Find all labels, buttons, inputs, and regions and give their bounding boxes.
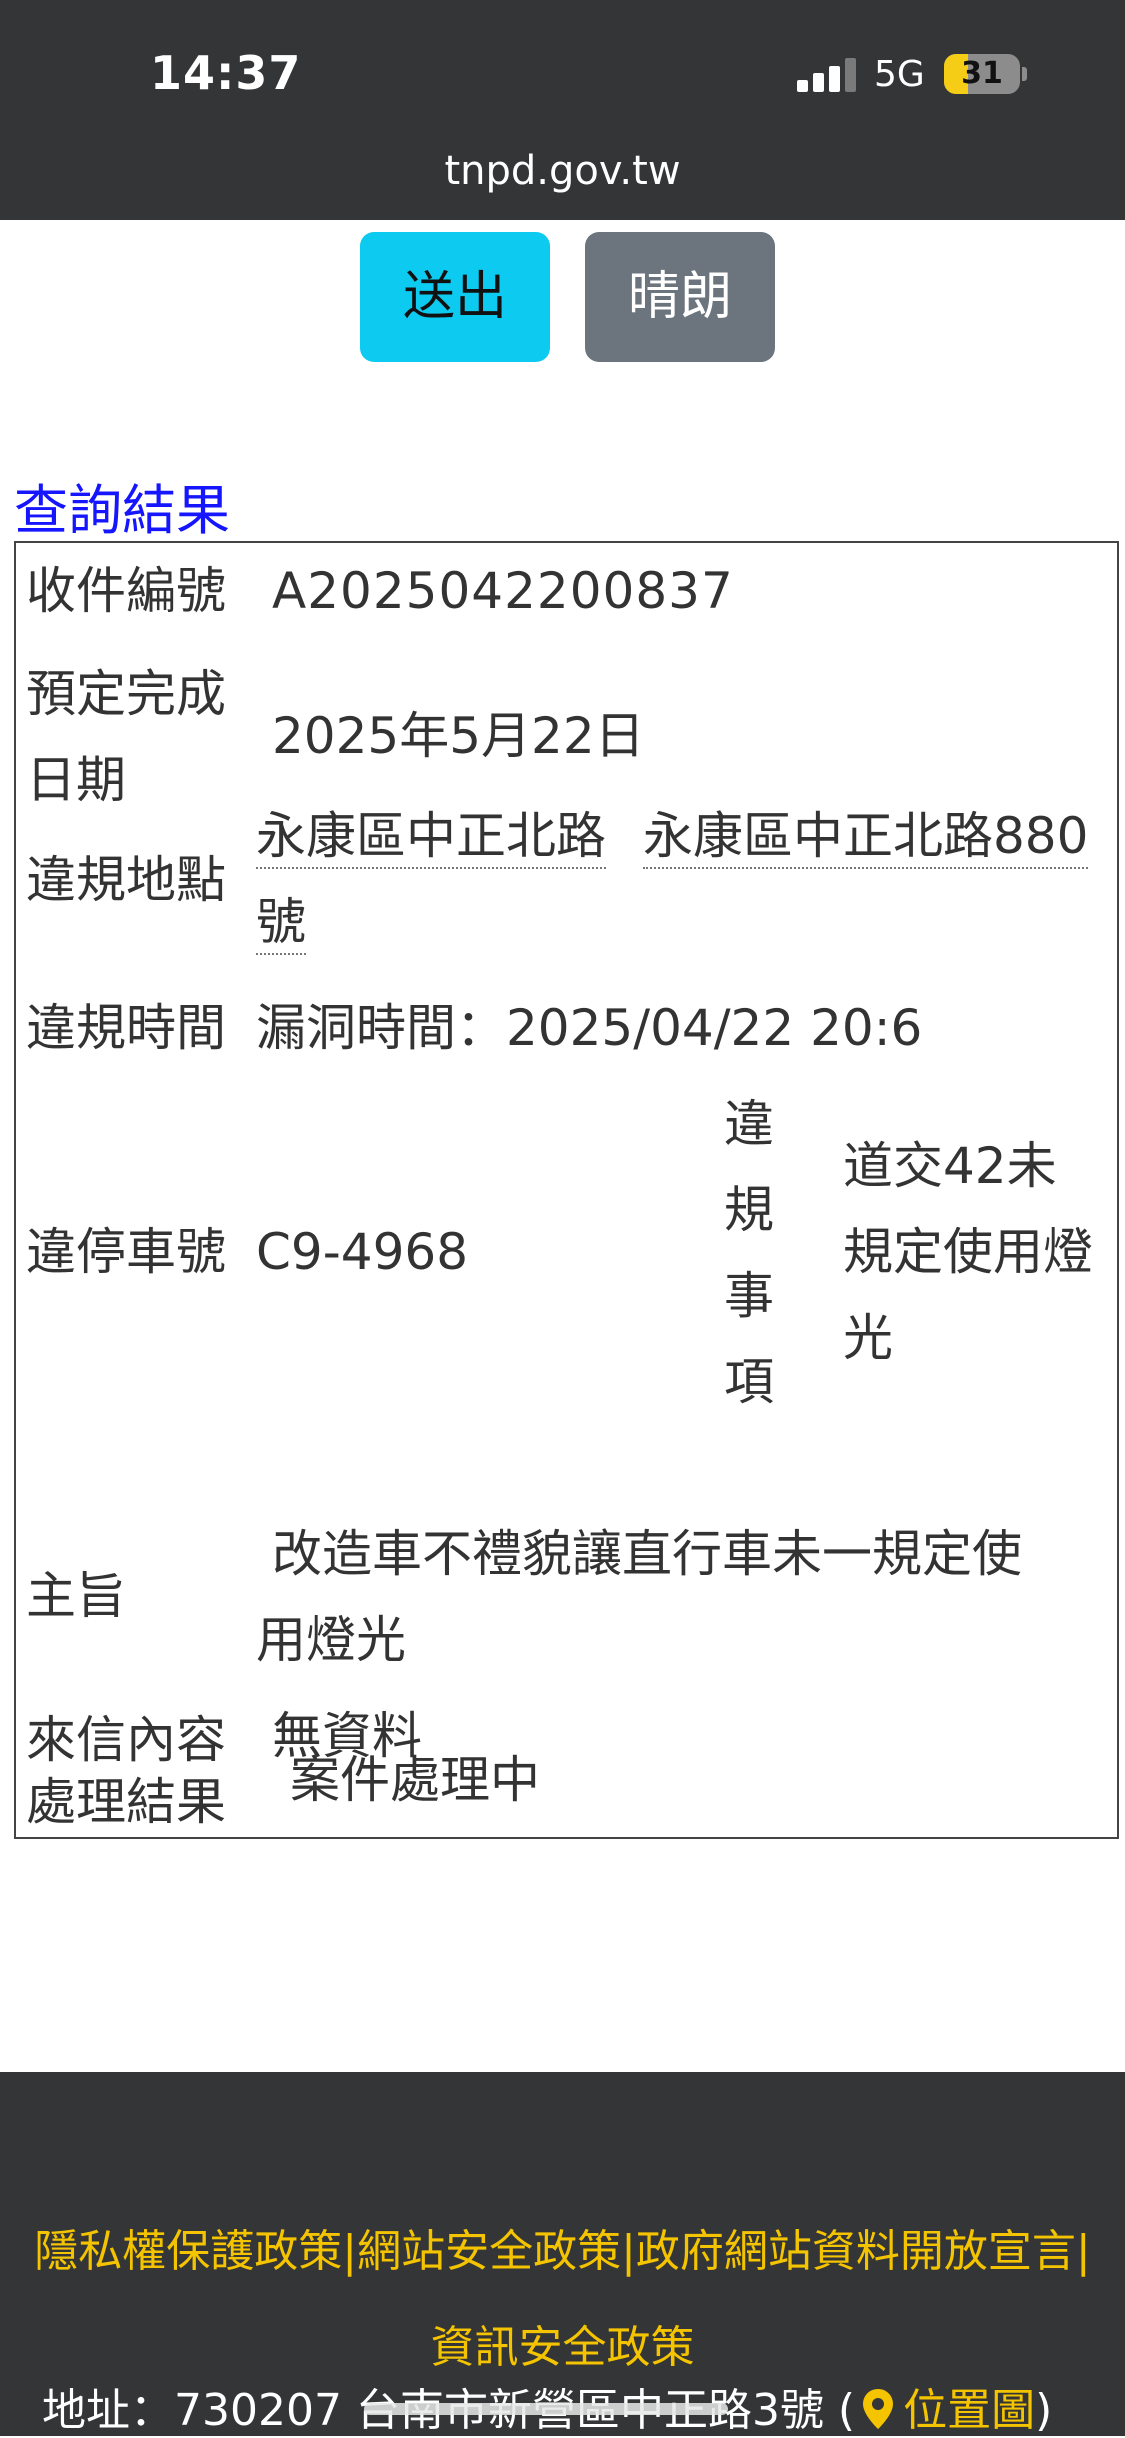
footer-policy-links: 隱私權保護政策|網站安全政策|政府網站資料開放宣言| 資訊安全政策 xyxy=(10,2204,1115,2396)
submit-button[interactable]: 送出 xyxy=(360,232,550,362)
due-date-label-line1: 預定完成 xyxy=(26,665,226,723)
location-map-link[interactable]: 位置圖 xyxy=(855,2385,1035,2436)
result-title: 查詢結果 xyxy=(14,479,230,542)
footer-policy-line1: 隱私權保護政策|網站安全政策|政府網站資料開放宣言| xyxy=(10,2204,1115,2300)
violation-item-label-char: 規 xyxy=(724,1181,774,1239)
map-pin-icon xyxy=(863,2389,894,2429)
battery-tip xyxy=(1022,67,1027,81)
location-part2[interactable]: 永康區中正北路880 xyxy=(643,807,1089,869)
address-close-paren: ) xyxy=(1035,2385,1053,2436)
info-security-policy-link[interactable]: 資訊安全政策 xyxy=(431,2322,695,2373)
home-indicator[interactable] xyxy=(364,2403,728,2415)
location-part1[interactable]: 永康區中正北路 xyxy=(256,807,606,869)
privacy-policy-link[interactable]: 隱私權保護政策 xyxy=(34,2226,342,2277)
case-no-label: 收件編號 xyxy=(26,562,226,620)
case-no-value: A2025042200837 xyxy=(272,562,734,620)
network-type: 5G xyxy=(874,54,925,95)
location-label: 違規地點 xyxy=(26,851,226,909)
violation-time-label: 違規時間 xyxy=(26,999,226,1057)
outcome-value: 案件處理中 xyxy=(290,1751,540,1809)
battery-percent: 31 xyxy=(961,56,1003,91)
violation-item-label-char: 違 xyxy=(724,1095,774,1153)
due-date-label-line2: 日期 xyxy=(26,751,126,809)
subject-value-line2: 用燈光 xyxy=(256,1611,406,1669)
cellular-signal-icon xyxy=(797,58,857,92)
subject-value-line1: 改造車不禮貌讓直行車未一規定使 xyxy=(272,1525,1022,1583)
violation-item-label-char: 事 xyxy=(724,1267,774,1325)
status-time: 14:37 xyxy=(150,46,302,100)
result-table: 收件編號 A2025042200837 預定完成 日期 2025年5月22日 違… xyxy=(14,541,1119,1839)
url-bar[interactable]: tnpd.gov.tw xyxy=(0,148,1125,194)
policy-separator: | xyxy=(1075,2226,1091,2277)
due-date-value: 2025年5月22日 xyxy=(272,707,645,765)
outcome-label: 處理結果 xyxy=(26,1773,226,1831)
location-link-2[interactable]: 永康區中正北路880 xyxy=(643,793,1089,879)
browser-chrome: 14:37 5G 31 tnpd.gov.tw xyxy=(0,0,1125,220)
policy-separator: | xyxy=(621,2226,636,2277)
violation-item-value-line: 光 xyxy=(843,1309,893,1367)
location-part3[interactable]: 號 xyxy=(256,893,306,955)
subject-label: 主旨 xyxy=(26,1567,126,1625)
violation-time-value: 漏洞時間：2025/04/22 20:6 xyxy=(256,999,923,1057)
location-link-3[interactable]: 號 xyxy=(256,879,306,965)
violation-item-value-line: 規定使用燈 xyxy=(843,1223,1093,1281)
battery-icon: 31 xyxy=(944,54,1020,94)
clear-button[interactable]: 晴朗 xyxy=(585,232,775,362)
policy-separator: | xyxy=(342,2226,358,2277)
web-security-policy-link[interactable]: 網站安全政策 xyxy=(357,2226,621,2277)
violation-item-label-char: 項 xyxy=(724,1353,774,1411)
violation-item-value-line: 道交42未 xyxy=(843,1137,1057,1195)
open-data-declaration-link[interactable]: 政府網站資料開放宣言 xyxy=(636,2226,1076,2277)
plate-label: 違停車號 xyxy=(26,1223,226,1281)
location-map-label[interactable]: 位置圖 xyxy=(903,2385,1035,2436)
location-link-1[interactable]: 永康區中正北路 xyxy=(256,793,606,879)
plate-value: C9-4968 xyxy=(256,1223,469,1281)
